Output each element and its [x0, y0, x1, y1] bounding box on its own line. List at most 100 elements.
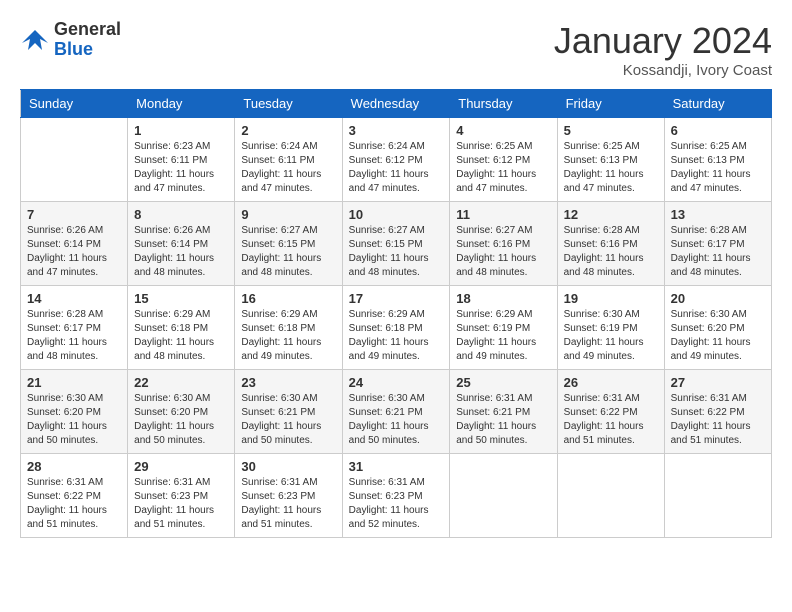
- day-number: 31: [349, 459, 444, 474]
- day-info: Sunrise: 6:24 AM Sunset: 6:11 PM Dayligh…: [241, 140, 335, 196]
- calendar-cell: 27 Sunrise: 6:31 AM Sunset: 6:22 PM Dayli…: [664, 370, 771, 454]
- logo-blue: Blue: [54, 40, 121, 60]
- calendar-table: SundayMondayTuesdayWednesdayThursdayFrid…: [20, 89, 772, 538]
- calendar-cell: 17Sunrise: 6:29 AM Sunset: 6:18 PM Dayli…: [342, 286, 450, 370]
- day-info: Sunrise: 6:29 AM Sunset: 6:18 PM Dayligh…: [241, 308, 335, 364]
- calendar-cell: 7 Sunrise: 6:26 AM Sunset: 6:14 PM Daylig…: [21, 202, 128, 286]
- calendar-cell: 2 Sunrise: 6:24 AM Sunset: 6:11 PM Daylig…: [235, 118, 342, 202]
- calendar-cell: 9 Sunrise: 6:27 AM Sunset: 6:15 PM Daylig…: [235, 202, 342, 286]
- day-number: 5: [564, 123, 658, 138]
- day-number: 6: [671, 123, 765, 138]
- calendar-cell: 22 Sunrise: 6:30 AM Sunset: 6:20 PM Dayli…: [128, 370, 235, 454]
- day-number: 28: [27, 459, 121, 474]
- day-number: 15: [134, 291, 228, 306]
- calendar-cell: [450, 454, 557, 538]
- day-info: Sunrise: 6:27 AM Sunset: 6:16 PM Dayligh…: [456, 224, 550, 280]
- calendar-week-row: 21 Sunrise: 6:30 AM Sunset: 6:20 PM Dayli…: [21, 370, 772, 454]
- logo-text: General Blue: [54, 20, 121, 60]
- calendar-cell: 31 Sunrise: 6:31 AM Sunset: 6:23 PM Dayli…: [342, 454, 450, 538]
- calendar-day-header: Sunday: [21, 90, 128, 118]
- calendar-day-header: Wednesday: [342, 90, 450, 118]
- calendar-cell: 11 Sunrise: 6:27 AM Sunset: 6:16 PM Dayli…: [450, 202, 557, 286]
- calendar-cell: 30Sunrise: 6:31 AM Sunset: 6:23 PM Dayli…: [235, 454, 342, 538]
- day-info: Sunrise: 6:26 AM Sunset: 6:14 PM Dayligh…: [27, 224, 121, 280]
- day-info: Sunrise: 6:25 AM Sunset: 6:13 PM Dayligh…: [564, 140, 658, 196]
- calendar-cell: 16Sunrise: 6:29 AM Sunset: 6:18 PM Dayli…: [235, 286, 342, 370]
- day-number: 14: [27, 291, 121, 306]
- day-number: 3: [349, 123, 444, 138]
- calendar-week-row: 1 Sunrise: 6:23 AM Sunset: 6:11 PM Daylig…: [21, 118, 772, 202]
- day-info: Sunrise: 6:30 AM Sunset: 6:20 PM Dayligh…: [134, 392, 228, 448]
- calendar-cell: 5 Sunrise: 6:25 AM Sunset: 6:13 PM Daylig…: [557, 118, 664, 202]
- day-number: 18: [456, 291, 550, 306]
- day-number: 2: [241, 123, 335, 138]
- logo-bird-icon: [20, 25, 50, 55]
- day-number: 12: [564, 207, 658, 222]
- day-info: Sunrise: 6:31 AM Sunset: 6:21 PM Dayligh…: [456, 392, 550, 448]
- calendar-cell: 6Sunrise: 6:25 AM Sunset: 6:13 PM Daylig…: [664, 118, 771, 202]
- day-number: 24: [349, 375, 444, 390]
- day-info: Sunrise: 6:24 AM Sunset: 6:12 PM Dayligh…: [349, 140, 444, 196]
- day-info: Sunrise: 6:31 AM Sunset: 6:22 PM Dayligh…: [564, 392, 658, 448]
- calendar-cell: 21Sunrise: 6:30 AM Sunset: 6:20 PM Dayli…: [21, 370, 128, 454]
- day-info: Sunrise: 6:31 AM Sunset: 6:23 PM Dayligh…: [349, 476, 444, 532]
- day-number: 9: [241, 207, 335, 222]
- day-number: 26: [564, 375, 658, 390]
- day-number: 1: [134, 123, 228, 138]
- calendar-cell: 12 Sunrise: 6:28 AM Sunset: 6:16 PM Dayli…: [557, 202, 664, 286]
- day-info: Sunrise: 6:30 AM Sunset: 6:21 PM Dayligh…: [349, 392, 444, 448]
- calendar-cell: [21, 118, 128, 202]
- day-info: Sunrise: 6:27 AM Sunset: 6:15 PM Dayligh…: [349, 224, 444, 280]
- calendar-cell: 4Sunrise: 6:25 AM Sunset: 6:12 PM Daylig…: [450, 118, 557, 202]
- calendar-cell: 18Sunrise: 6:29 AM Sunset: 6:19 PM Dayli…: [450, 286, 557, 370]
- day-number: 7: [27, 207, 121, 222]
- calendar-cell: 10Sunrise: 6:27 AM Sunset: 6:15 PM Dayli…: [342, 202, 450, 286]
- calendar-cell: 19Sunrise: 6:30 AM Sunset: 6:19 PM Dayli…: [557, 286, 664, 370]
- calendar-cell: 23Sunrise: 6:30 AM Sunset: 6:21 PM Dayli…: [235, 370, 342, 454]
- calendar-cell: 28 Sunrise: 6:31 AM Sunset: 6:22 PM Dayli…: [21, 454, 128, 538]
- calendar-subtitle: Kossandji, Ivory Coast: [554, 62, 772, 79]
- day-info: Sunrise: 6:31 AM Sunset: 6:23 PM Dayligh…: [241, 476, 335, 532]
- page-header: General Blue January 2024 Kossandji, Ivo…: [20, 20, 772, 79]
- day-info: Sunrise: 6:29 AM Sunset: 6:18 PM Dayligh…: [134, 308, 228, 364]
- calendar-week-row: 7 Sunrise: 6:26 AM Sunset: 6:14 PM Daylig…: [21, 202, 772, 286]
- day-info: Sunrise: 6:28 AM Sunset: 6:16 PM Dayligh…: [564, 224, 658, 280]
- calendar-cell: 1 Sunrise: 6:23 AM Sunset: 6:11 PM Daylig…: [128, 118, 235, 202]
- day-number: 27: [671, 375, 765, 390]
- day-info: Sunrise: 6:31 AM Sunset: 6:22 PM Dayligh…: [671, 392, 765, 448]
- calendar-day-header: Monday: [128, 90, 235, 118]
- day-info: Sunrise: 6:30 AM Sunset: 6:20 PM Dayligh…: [671, 308, 765, 364]
- calendar-week-row: 14 Sunrise: 6:28 AM Sunset: 6:17 PM Dayli…: [21, 286, 772, 370]
- day-info: Sunrise: 6:31 AM Sunset: 6:23 PM Dayligh…: [134, 476, 228, 532]
- day-info: Sunrise: 6:23 AM Sunset: 6:11 PM Dayligh…: [134, 140, 228, 196]
- calendar-cell: [664, 454, 771, 538]
- calendar-cell: [557, 454, 664, 538]
- calendar-day-header: Friday: [557, 90, 664, 118]
- day-info: Sunrise: 6:28 AM Sunset: 6:17 PM Dayligh…: [671, 224, 765, 280]
- day-number: 11: [456, 207, 550, 222]
- calendar-cell: 15 Sunrise: 6:29 AM Sunset: 6:18 PM Dayli…: [128, 286, 235, 370]
- day-info: Sunrise: 6:30 AM Sunset: 6:21 PM Dayligh…: [241, 392, 335, 448]
- day-number: 29: [134, 459, 228, 474]
- calendar-cell: 3 Sunrise: 6:24 AM Sunset: 6:12 PM Daylig…: [342, 118, 450, 202]
- calendar-cell: 26 Sunrise: 6:31 AM Sunset: 6:22 PM Dayli…: [557, 370, 664, 454]
- calendar-cell: 14 Sunrise: 6:28 AM Sunset: 6:17 PM Dayli…: [21, 286, 128, 370]
- logo-general: General: [54, 20, 121, 40]
- day-info: Sunrise: 6:28 AM Sunset: 6:17 PM Dayligh…: [27, 308, 121, 364]
- day-info: Sunrise: 6:27 AM Sunset: 6:15 PM Dayligh…: [241, 224, 335, 280]
- calendar-day-header: Saturday: [664, 90, 771, 118]
- day-info: Sunrise: 6:26 AM Sunset: 6:14 PM Dayligh…: [134, 224, 228, 280]
- day-number: 13: [671, 207, 765, 222]
- calendar-day-header: Thursday: [450, 90, 557, 118]
- calendar-cell: 24 Sunrise: 6:30 AM Sunset: 6:21 PM Dayli…: [342, 370, 450, 454]
- day-info: Sunrise: 6:31 AM Sunset: 6:22 PM Dayligh…: [27, 476, 121, 532]
- title-section: January 2024 Kossandji, Ivory Coast: [554, 20, 772, 79]
- day-number: 8: [134, 207, 228, 222]
- calendar-header-row: SundayMondayTuesdayWednesdayThursdayFrid…: [21, 90, 772, 118]
- logo: General Blue: [20, 20, 121, 60]
- calendar-cell: 20Sunrise: 6:30 AM Sunset: 6:20 PM Dayli…: [664, 286, 771, 370]
- calendar-cell: 8 Sunrise: 6:26 AM Sunset: 6:14 PM Daylig…: [128, 202, 235, 286]
- day-number: 22: [134, 375, 228, 390]
- calendar-cell: 13 Sunrise: 6:28 AM Sunset: 6:17 PM Dayli…: [664, 202, 771, 286]
- day-number: 21: [27, 375, 121, 390]
